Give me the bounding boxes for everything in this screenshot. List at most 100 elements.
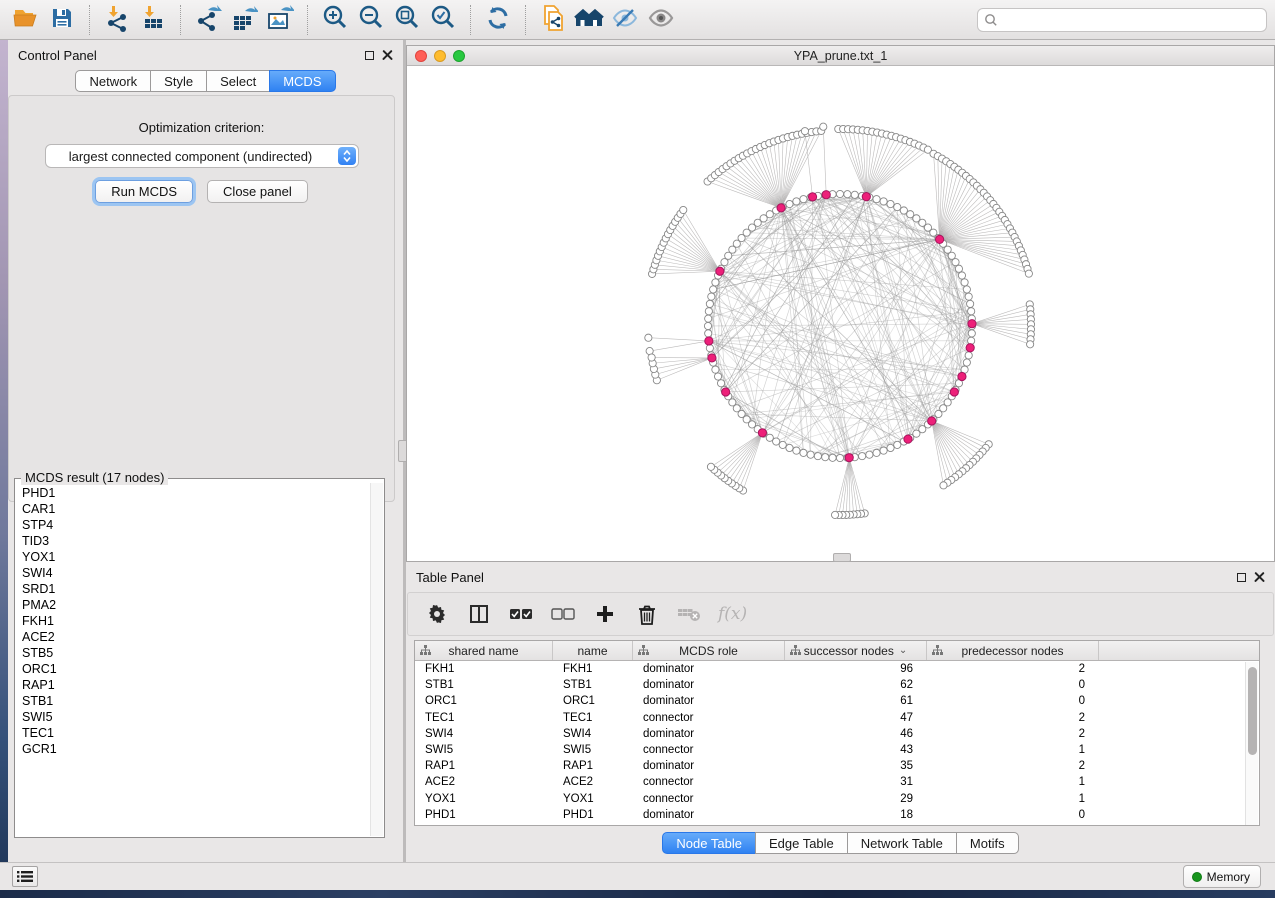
- float-panel-icon[interactable]: [1237, 573, 1246, 582]
- tab-node-table[interactable]: Node Table: [662, 832, 756, 854]
- float-panel-icon[interactable]: [365, 51, 374, 60]
- table-row[interactable]: ACE2ACE2connector311: [415, 774, 1259, 790]
- window-zoom-traffic-light[interactable]: [453, 50, 465, 62]
- hide-selected-button[interactable]: [607, 4, 643, 36]
- desktop-wallpaper-bottom: [0, 890, 1275, 898]
- tab-style[interactable]: Style: [150, 70, 207, 92]
- column-header-predecessor-nodes[interactable]: predecessor nodes: [927, 641, 1099, 660]
- close-panel-icon[interactable]: [1254, 572, 1265, 583]
- run-mcds-button[interactable]: Run MCDS: [95, 180, 193, 203]
- memory-button[interactable]: Memory: [1183, 865, 1261, 888]
- table-cell: 1: [927, 776, 1099, 788]
- first-neighbors-button[interactable]: [571, 4, 607, 36]
- tab-edge-table[interactable]: Edge Table: [755, 832, 848, 854]
- table-cell: dominator: [633, 760, 785, 772]
- mcds-result-item[interactable]: STP4: [22, 517, 370, 533]
- table-scrollbar-thumb[interactable]: [1248, 667, 1257, 755]
- table-row[interactable]: YOX1YOX1connector291: [415, 791, 1259, 807]
- export-network-button[interactable]: [190, 4, 226, 36]
- table-row[interactable]: SWI4SWI4dominator462: [415, 726, 1259, 742]
- open-file-button[interactable]: [8, 4, 44, 36]
- table-cell: 35: [785, 760, 927, 772]
- table-cell: YOX1: [553, 793, 633, 805]
- copy-style-icon: [539, 4, 567, 35]
- table-cell: ORC1: [415, 695, 553, 707]
- mcds-result-item[interactable]: FKH1: [22, 613, 370, 629]
- tab-motifs[interactable]: Motifs: [956, 832, 1019, 854]
- mcds-result-item[interactable]: SWI5: [22, 709, 370, 725]
- table-row[interactable]: TEC1TEC1connector472: [415, 710, 1259, 726]
- copy-style-button[interactable]: [535, 4, 571, 36]
- mcds-result-groupbox: MCDS result (17 nodes) PHD1CAR1STP4TID3Y…: [14, 478, 385, 838]
- window-close-traffic-light[interactable]: [415, 50, 427, 62]
- zoom-out-button[interactable]: [353, 4, 389, 36]
- task-history-button[interactable]: [12, 866, 38, 887]
- mcds-result-item[interactable]: CAR1: [22, 501, 370, 517]
- tab-network-table[interactable]: Network Table: [847, 832, 957, 854]
- tab-select[interactable]: Select: [206, 70, 270, 92]
- mcds-result-item[interactable]: SRD1: [22, 581, 370, 597]
- mcds-result-item[interactable]: ORC1: [22, 661, 370, 677]
- unselect-all-button[interactable]: [550, 601, 576, 627]
- mcds-result-item[interactable]: PMA2: [22, 597, 370, 613]
- window-minimize-traffic-light[interactable]: [434, 50, 446, 62]
- table-row[interactable]: FKH1FKH1dominator962: [415, 661, 1259, 677]
- zoom-fit-button[interactable]: [389, 4, 425, 36]
- mcds-result-item[interactable]: STB1: [22, 693, 370, 709]
- table-row[interactable]: ORC1ORC1dominator610: [415, 693, 1259, 709]
- function-builder-button[interactable]: f(x): [718, 604, 747, 624]
- import-table-button[interactable]: [135, 4, 171, 36]
- zoom-in-button[interactable]: [317, 4, 353, 36]
- mcds-result-item[interactable]: YOX1: [22, 549, 370, 565]
- column-header-successor-nodes[interactable]: successor nodes ⌄: [785, 641, 927, 660]
- network-view-titlebar[interactable]: YPA_prune.txt_1: [407, 46, 1274, 66]
- zoom-in-icon: [321, 4, 349, 35]
- table-row[interactable]: RAP1RAP1dominator352: [415, 758, 1259, 774]
- mcds-result-item[interactable]: STB5: [22, 645, 370, 661]
- network-canvas[interactable]: [407, 66, 1274, 561]
- mcds-result-item[interactable]: RAP1: [22, 677, 370, 693]
- mcds-result-item[interactable]: GCR1: [22, 741, 370, 757]
- mcds-result-scrollbar[interactable]: [370, 483, 383, 836]
- delete-table-button[interactable]: [676, 601, 702, 627]
- table-row[interactable]: PHD1PHD1dominator180: [415, 807, 1259, 823]
- mcds-result-item[interactable]: SWI4: [22, 565, 370, 581]
- close-panel-icon[interactable]: [382, 50, 393, 61]
- column-header-shared-name[interactable]: shared name: [415, 641, 553, 660]
- column-header-mcds-role[interactable]: MCDS role: [633, 641, 785, 660]
- node-table-header: shared name name MCDS role successor nod…: [415, 641, 1259, 661]
- close-panel-button[interactable]: Close panel: [207, 180, 308, 203]
- horizontal-splitter-grabber[interactable]: [833, 553, 851, 562]
- table-row[interactable]: SWI5SWI5connector431: [415, 742, 1259, 758]
- mcds-result-item[interactable]: ACE2: [22, 629, 370, 645]
- column-header-name[interactable]: name: [553, 641, 633, 660]
- search-input[interactable]: [977, 8, 1267, 32]
- add-column-button[interactable]: [592, 601, 618, 627]
- table-settings-button[interactable]: [424, 601, 450, 627]
- mcds-result-item[interactable]: TID3: [22, 533, 370, 549]
- table-cell: ORC1: [553, 695, 633, 707]
- show-all-button[interactable]: [643, 4, 679, 36]
- optimization-criterion-label: Optimization criterion:: [9, 120, 394, 135]
- select-all-button[interactable]: [508, 601, 534, 627]
- show-columns-button[interactable]: [466, 601, 492, 627]
- delete-column-button[interactable]: [634, 601, 660, 627]
- tree-icon: [790, 645, 801, 656]
- optimization-criterion-select[interactable]: largest connected component (undirected): [45, 144, 359, 168]
- import-network-button[interactable]: [99, 4, 135, 36]
- export-image-button[interactable]: [262, 4, 298, 36]
- mcds-result-item[interactable]: TEC1: [22, 725, 370, 741]
- mcds-result-item[interactable]: PHD1: [22, 485, 370, 501]
- table-cell: 62: [785, 679, 927, 691]
- table-row[interactable]: STB1STB1dominator620: [415, 677, 1259, 693]
- save-button[interactable]: [44, 4, 80, 36]
- table-cell: TEC1: [553, 712, 633, 724]
- tab-network[interactable]: Network: [75, 70, 151, 92]
- status-bar: Memory: [0, 862, 1275, 890]
- table-scrollbar[interactable]: [1245, 662, 1258, 825]
- refresh-button[interactable]: [480, 4, 516, 36]
- table-cell: PHD1: [553, 809, 633, 821]
- zoom-selected-button[interactable]: [425, 4, 461, 36]
- export-table-button[interactable]: [226, 4, 262, 36]
- tab-mcds[interactable]: MCDS: [269, 70, 335, 92]
